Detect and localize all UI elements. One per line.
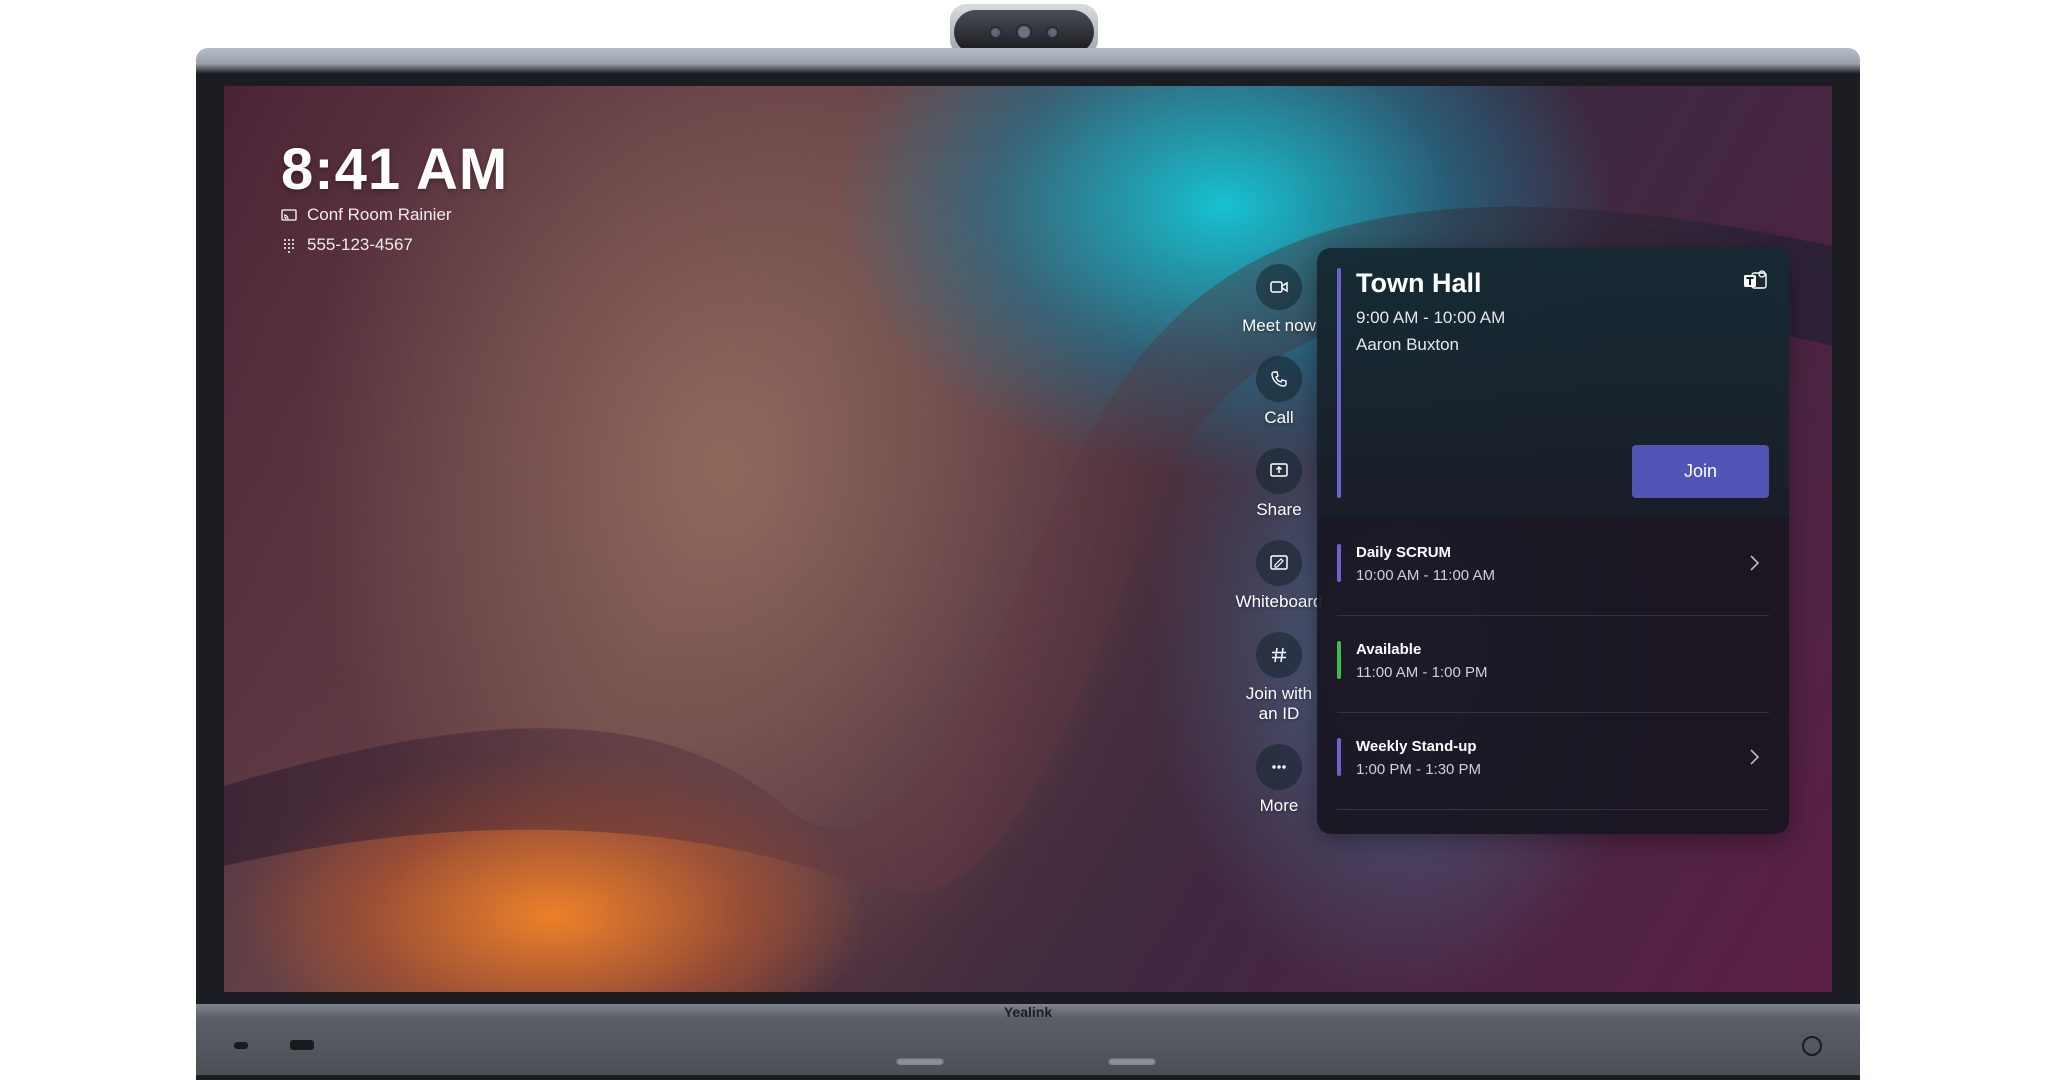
- agenda-item-available: Available 11:00 AM - 1:00 PM: [1337, 615, 1769, 713]
- power-button-icon[interactable]: [1802, 1036, 1822, 1056]
- hash-icon: [1272, 647, 1286, 663]
- featured-meeting-card[interactable]: Town Hall 9:00 AM - 10:00 AM Aaron Buxto…: [1317, 248, 1789, 518]
- agenda-item-name: Daily SCRUM: [1356, 544, 1452, 561]
- camera-sensor: [1048, 27, 1057, 37]
- phone-number-row: 555-123-4567: [281, 235, 413, 255]
- agenda-item-time: 1:00 PM - 1:30 PM: [1356, 761, 1482, 778]
- meeting-color-bar: [1337, 544, 1341, 582]
- agenda-item-name: Weekly Stand-up: [1356, 738, 1477, 755]
- phone-icon: [1271, 371, 1287, 387]
- join-button[interactable]: Join: [1632, 445, 1769, 498]
- speaker-slot: [896, 1057, 944, 1065]
- join-with-id-label: Join with an ID: [1245, 684, 1313, 723]
- meeting-organizer: Aaron Buxton: [1356, 335, 1460, 354]
- speaker-slot: [1108, 1057, 1156, 1065]
- usb-c-port: [234, 1042, 248, 1049]
- dialpad-icon: [284, 239, 294, 253]
- teams-icon: [1744, 270, 1767, 289]
- home-screen: 8:41 AM Conf Room Rainier 555-123-4567 M…: [224, 86, 1832, 992]
- availability-color-bar: [1337, 641, 1341, 679]
- camera-lens: [1018, 26, 1030, 38]
- meeting-title: Town Hall: [1356, 268, 1482, 298]
- brand-logo: Yealink: [1003, 1004, 1053, 1020]
- phone-number: 555-123-4567: [307, 235, 413, 254]
- cast-icon: [281, 209, 297, 221]
- agenda-item-daily-scrum[interactable]: Daily SCRUM 10:00 AM - 11:00 AM: [1337, 518, 1769, 616]
- room-name: Conf Room Rainier: [307, 205, 452, 224]
- meeting-color-bar: [1337, 268, 1341, 498]
- meeting-color-bar: [1337, 738, 1341, 776]
- agenda-item-weekly-standup[interactable]: Weekly Stand-up 1:00 PM - 1:30 PM: [1337, 712, 1769, 810]
- agenda-item-time: 11:00 AM - 1:00 PM: [1356, 664, 1488, 681]
- whiteboard-icon: [1270, 555, 1288, 570]
- camera-sensor: [991, 27, 1000, 37]
- more-dots-icon: [1272, 765, 1286, 769]
- agenda-item-name: Available: [1356, 641, 1422, 658]
- chevron-right-icon: [1750, 749, 1760, 765]
- video-camera-icon: [1270, 281, 1288, 293]
- clock: 8:41 AM: [281, 137, 509, 202]
- meetings-panel: Town Hall 9:00 AM - 10:00 AM Aaron Buxto…: [1317, 248, 1789, 834]
- meeting-time: 9:00 AM - 10:00 AM: [1356, 308, 1506, 327]
- chevron-right-icon: [1750, 555, 1760, 571]
- room-name-row: Conf Room Rainier: [281, 205, 452, 225]
- agenda-item-time: 10:00 AM - 11:00 AM: [1356, 567, 1495, 584]
- share-screen-icon: [1270, 463, 1288, 477]
- usb-port: [290, 1040, 314, 1050]
- device-bottom-bar: Yealink: [196, 1004, 1860, 1075]
